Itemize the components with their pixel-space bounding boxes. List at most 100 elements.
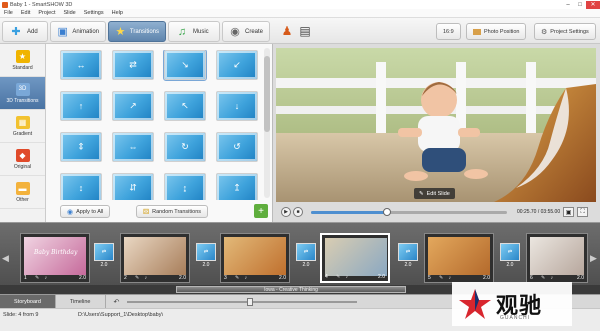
transition-preview-icon: ⇄ (398, 243, 418, 261)
slide-tools-icon[interactable]: ✎ ♪ (35, 275, 49, 281)
tab-timeline[interactable]: Timeline (56, 295, 106, 308)
fullscreen-icon[interactable]: ⛶ (577, 207, 589, 217)
transition-tile[interactable]: ↘ (163, 50, 207, 81)
slide-thumbnail[interactable]: 5 ✎ ♪ 2.0 (424, 233, 494, 283)
add-transition-button[interactable]: + (254, 204, 268, 218)
playback-time: 00:25.70 / 03:55.00 (517, 209, 561, 215)
app-logo-icon (2, 1, 8, 8)
slide-counter: Slide: 4 from 9 (3, 312, 39, 318)
transition-tile[interactable]: ⇵ (112, 173, 154, 200)
menu-settings[interactable]: Settings (84, 10, 104, 16)
tab-add[interactable]: ✚ Add (2, 21, 48, 42)
transitions-scrollbar[interactable] (264, 48, 270, 198)
pencil-icon: ✎ (419, 190, 424, 197)
category-other[interactable]: ▬ Other (0, 176, 45, 209)
tab-transitions[interactable]: ★ Transitions (108, 21, 166, 42)
transition-arrow-icon: ↑ (78, 101, 84, 111)
transition-tile[interactable]: ↨ (164, 173, 206, 200)
undo-icon[interactable]: ↶ (114, 298, 120, 306)
transition-tile[interactable]: ↖ (164, 91, 206, 121)
category-gradient[interactable]: ▦ Gradient (0, 110, 45, 143)
menu-edit[interactable]: Edit (21, 10, 30, 16)
tab-animation[interactable]: ▣ Animation (50, 21, 106, 42)
slide-thumbnail[interactable]: 2 ✎ ♪ 2.0 (120, 233, 190, 283)
tab-music[interactable]: ♫ Music (168, 21, 220, 42)
window-title: Baby 1 - SmartSHOW 3D (10, 1, 73, 8)
apply-to-all-button[interactable]: ◉ Apply to All (60, 205, 111, 218)
transition-tile[interactable]: ↕ (60, 173, 102, 200)
transition-tile[interactable]: ↗ (112, 91, 154, 121)
photo-position-button[interactable]: Photo Position (466, 23, 527, 40)
transition-tile[interactable]: ⇄ (112, 50, 154, 80)
tab-animation-label: Animation (72, 28, 99, 35)
zoom-slider[interactable] (127, 297, 358, 306)
transition-tile[interactable]: ↙ (216, 50, 258, 80)
slide-thumbnail[interactable]: 6 ✎ ♪ 2.0 (526, 233, 588, 283)
transition-slot[interactable]: ⇄ 2.0 (94, 243, 114, 273)
seek-handle[interactable] (383, 207, 392, 216)
slide-tools-icon[interactable]: ✎ ♪ (135, 275, 149, 281)
transition-arrow-icon: ↖ (181, 100, 189, 111)
close-button[interactable]: ✕ (586, 0, 600, 9)
transition-arrow-icon: ↥ (233, 182, 241, 193)
seek-progress (311, 210, 388, 214)
scrollbar-thumb[interactable] (264, 56, 270, 132)
transition-tile[interactable]: ↓ (216, 91, 258, 121)
minimize-button[interactable]: – (562, 1, 574, 9)
snapshot-icon[interactable]: ▣ (563, 207, 575, 217)
menu-file[interactable]: File (4, 10, 13, 16)
project-settings-button[interactable]: ⚙ Project Settings (534, 23, 596, 40)
transition-tile[interactable]: ⇕ (60, 132, 102, 162)
seek-bar[interactable] (311, 207, 507, 216)
tab-storyboard[interactable]: Storyboard (0, 295, 56, 308)
menu-project[interactable]: Project (38, 10, 55, 16)
person-icon[interactable]: ♟ (278, 21, 296, 41)
scroll-right-icon[interactable]: ▶ (590, 253, 597, 264)
category-original[interactable]: ◆ Original (0, 143, 45, 176)
transition-arrow-icon: ↔ (76, 60, 86, 70)
category-standard[interactable]: ★ Standard (0, 44, 45, 77)
tab-transitions-label: Transitions (129, 28, 159, 35)
transition-slot[interactable]: ⇄ 2.0 (196, 243, 216, 273)
transition-tile[interactable]: ↥ (216, 173, 258, 200)
camera-icon[interactable]: ▤ (296, 21, 314, 41)
plus-icon: ✚ (11, 26, 21, 38)
transition-tile[interactable]: ↔ (60, 50, 102, 80)
transition-tile[interactable]: ↻ (164, 132, 206, 162)
transition-arrow-icon: ⇄ (129, 59, 137, 70)
maximize-button[interactable]: □ (574, 1, 586, 9)
transitions-grid: ↔ ⇄ ↘ ↙ ↑ ↗ ↖ ↓ ⇕ ⇔ ↻ ↺ ↕ ⇵ ↨ ↥ (60, 50, 258, 200)
scroll-left-icon[interactable]: ◀ (2, 253, 9, 264)
slide-tools-icon[interactable]: ✎ ♪ (336, 274, 350, 280)
category-3d-transitions[interactable]: 3D 3D Transitions (0, 77, 45, 110)
slide-number: 3 (224, 275, 227, 281)
stop-icon[interactable]: ■ (293, 207, 303, 217)
tab-create-label: Create (244, 28, 263, 35)
transition-slot[interactable]: ⇄ 2.0 (296, 243, 316, 273)
aspect-ratio-button[interactable]: 16:9 (436, 23, 461, 40)
category-label: Gradient (12, 130, 33, 137)
transition-preview-icon: ⇄ (196, 243, 216, 261)
transition-tile[interactable]: ↺ (216, 132, 258, 162)
play-icon[interactable]: ▶ (281, 207, 291, 217)
slide-thumbnail[interactable]: 3 ✎ ♪ 2.0 (220, 233, 290, 283)
zoom-handle[interactable] (247, 297, 254, 306)
menu-slide[interactable]: Slide (63, 10, 75, 16)
slide-tools-icon[interactable]: ✎ ♪ (439, 275, 453, 281)
random-transitions-button[interactable]: ⚄ Random Transitions (136, 205, 209, 218)
music-clip[interactable]: Iowa - Creative Thinking (176, 286, 406, 293)
transition-slot[interactable]: ⇄ 2.0 (398, 243, 418, 273)
slide-thumbnail[interactable]: 4 ✎ ♪ 2.0 (320, 233, 390, 283)
slide-tools-icon[interactable]: ✎ ♪ (235, 275, 249, 281)
edit-slide-button[interactable]: ✎ Edit Slide (414, 188, 455, 199)
music-clip-label: Iowa - Creative Thinking (264, 286, 318, 293)
slide-tools-icon[interactable]: ✎ ♪ (541, 275, 555, 281)
transition-slot[interactable]: ⇄ 2.0 (500, 243, 520, 273)
transition-tile[interactable]: ↑ (60, 91, 102, 121)
diamond-icon: ◆ (15, 148, 30, 162)
aspect-ratio-label: 16:9 (443, 28, 454, 35)
tab-create[interactable]: ◉ Create (222, 21, 270, 42)
menu-help[interactable]: Help (112, 10, 123, 16)
slide-thumbnail[interactable]: Baby Birthday 1 ✎ ♪ 2.0 (20, 233, 90, 283)
transition-tile[interactable]: ⇔ (112, 132, 154, 162)
